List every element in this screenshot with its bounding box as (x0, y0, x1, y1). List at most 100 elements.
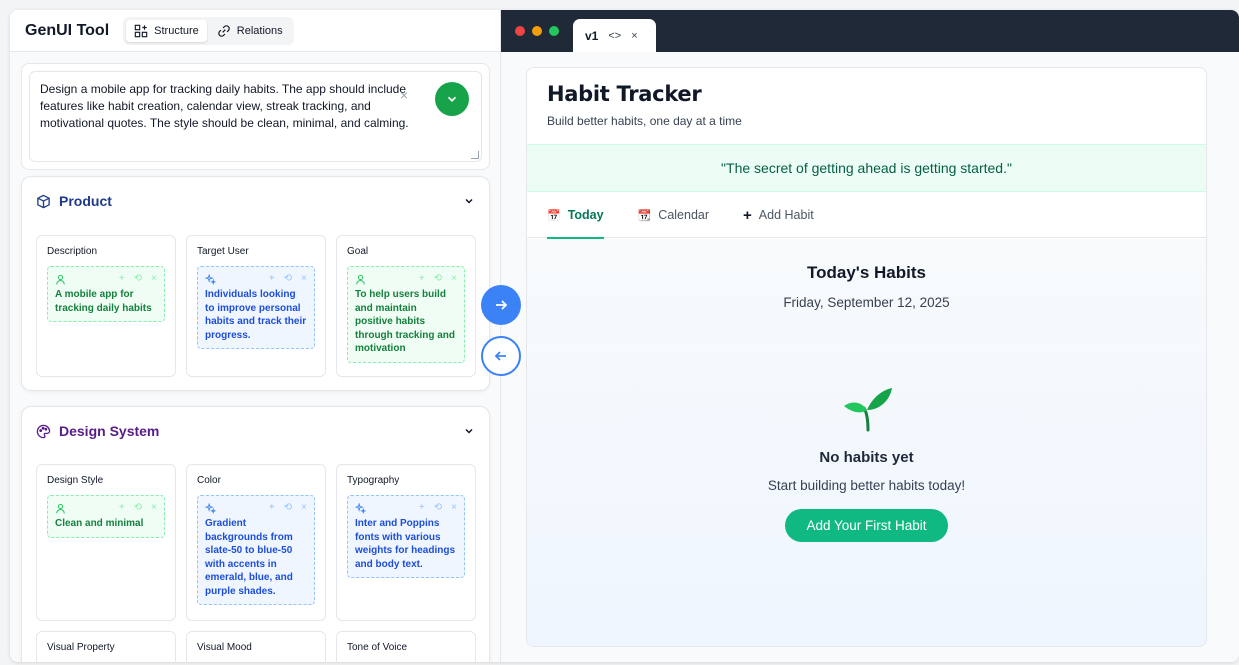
close-icon[interactable]: × (301, 272, 307, 286)
minimize-window-dot[interactable] (532, 26, 542, 36)
close-icon[interactable]: × (631, 30, 637, 42)
add-icon[interactable]: + (419, 501, 425, 515)
design-style-chip[interactable]: + ⟲ × Clean and minimal (47, 495, 165, 538)
maximize-window-dot[interactable] (549, 26, 559, 36)
color-chip[interactable]: + ⟲ × Gradient backgrounds from slate-50 t… (197, 495, 315, 605)
add-first-habit-button[interactable]: Add Your First Habit (785, 509, 948, 542)
tab-label: Calendar (658, 208, 710, 222)
card-label: Goal (347, 246, 369, 257)
tab-calendar[interactable]: 📆 Calendar (638, 192, 709, 238)
plus-icon: + (743, 206, 752, 224)
design-system-cards: Design Style + ⟲ × Clean and minimal Color (36, 464, 476, 621)
chip-value: Clean and minimal (55, 518, 144, 529)
design-system-section: Design System Design Style + ⟲ × Clean and… (21, 406, 490, 662)
left-panel: GenUI Tool Structure Relations Design a … (10, 10, 501, 662)
regenerate-icon[interactable]: ⟲ (434, 501, 442, 515)
close-icon[interactable]: × (451, 501, 457, 515)
palette-icon (36, 424, 51, 438)
close-icon[interactable]: × (151, 272, 157, 286)
design-system-more-cards: Visual Property Visual Mood Tone of Voic… (36, 631, 476, 662)
add-icon[interactable]: + (119, 501, 125, 515)
design-system-section-title: Design System (59, 423, 160, 439)
tab-label: Today (567, 208, 604, 222)
relations-view-button[interactable]: Relations (209, 20, 291, 42)
tab-today[interactable]: 📅 Today (547, 192, 604, 239)
chevron-down-icon (447, 96, 457, 102)
design-system-section-header[interactable]: Design System (22, 407, 489, 455)
regenerate-icon[interactable]: ⟲ (134, 272, 142, 286)
description-chip[interactable]: + ⟲ × A mobile app for tracking daily habi… (47, 266, 165, 322)
typography-chip[interactable]: + ⟲ × Inter and Poppins fonts with various… (347, 495, 465, 578)
chevron-down-icon[interactable] (463, 195, 475, 207)
today-content: Today's Habits Friday, September 12, 202… (527, 239, 1206, 646)
clear-icon[interactable]: × (400, 88, 412, 102)
tab-add-habit[interactable]: + Add Habit (743, 192, 814, 238)
user-icon (356, 274, 365, 284)
motivational-quote: "The secret of getting ahead is getting … (527, 144, 1206, 192)
design-style-card: Design Style + ⟲ × Clean and minimal (36, 464, 176, 621)
empty-state-title: No habits yet (819, 449, 914, 466)
user-icon (56, 503, 65, 513)
submit-prompt-button[interactable] (435, 82, 469, 116)
chip-value: A mobile app for tracking daily habits (55, 289, 152, 314)
goal-chip[interactable]: + ⟲ × To help users build and maintain pos… (347, 266, 465, 363)
app-window: GenUI Tool Structure Relations Design a … (10, 10, 1239, 662)
app-header: Habit Tracker Build better habits, one d… (527, 68, 1206, 144)
push-right-button[interactable] (481, 285, 521, 325)
preview-panel: v1 <> × Habit Tracker Build better habit… (501, 10, 1239, 662)
structure-icon (134, 24, 148, 37)
typography-card: Typography + ⟲ × Inter and Poppins fonts w… (336, 464, 476, 621)
close-window-dot[interactable] (515, 26, 525, 36)
regenerate-icon[interactable]: ⟲ (434, 272, 442, 286)
preview-tab-bar: v1 <> × (501, 10, 1239, 52)
arrow-left-icon (494, 351, 506, 361)
visual-property-card: Visual Property (36, 631, 176, 662)
user-icon (56, 274, 65, 284)
prompt-text: Design a mobile app for tracking daily h… (40, 82, 409, 130)
calendar-icon: 📅 (547, 209, 561, 222)
code-icon[interactable]: <> (608, 30, 621, 42)
close-icon[interactable]: × (301, 501, 307, 515)
close-icon[interactable]: × (451, 272, 457, 286)
target-user-chip[interactable]: + ⟲ × Individuals looking to improve perso… (197, 266, 315, 349)
sparkle-icon (205, 502, 216, 514)
current-date: Friday, September 12, 2025 (783, 295, 950, 310)
target-user-card: Target User + ⟲ × Individuals looking to i… (186, 235, 326, 377)
add-icon[interactable]: + (119, 272, 125, 286)
app-tabs: 📅 Today 📆 Calendar + Add Habit (527, 192, 1206, 239)
product-section-header[interactable]: Product (22, 177, 489, 225)
resize-handle[interactable] (471, 151, 479, 159)
visual-mood-card: Visual Mood (186, 631, 326, 662)
structure-view-button[interactable]: Structure (126, 19, 207, 42)
window-controls (515, 26, 559, 36)
card-label: Typography (347, 475, 400, 486)
tab-label: Add Habit (758, 208, 814, 222)
relations-view-label: Relations (236, 24, 283, 37)
regenerate-icon[interactable]: ⟲ (284, 501, 292, 515)
pull-left-button[interactable] (481, 336, 521, 376)
arrow-right-icon (496, 300, 508, 310)
prompt-textarea[interactable]: Design a mobile app for tracking daily h… (29, 71, 482, 162)
add-icon[interactable]: + (269, 272, 275, 286)
add-icon[interactable]: + (419, 272, 425, 286)
link-icon (217, 24, 230, 37)
chevron-down-icon[interactable] (463, 425, 475, 437)
chip-value: Individuals looking to improve personal … (205, 289, 307, 341)
page-title: Habit Tracker (547, 82, 702, 106)
color-card: Color + ⟲ × Gradient backgrounds from slat… (186, 464, 326, 621)
regenerate-icon[interactable]: ⟲ (284, 272, 292, 286)
brand-title: GenUI Tool (25, 21, 110, 39)
page-subtitle: Build better habits, one day at a time (547, 114, 742, 128)
card-label: Target User (197, 246, 249, 257)
add-icon[interactable]: + (269, 501, 275, 515)
product-cards: Description + ⟲ × A mobile app for trackin… (36, 235, 476, 377)
card-label: Color (197, 475, 221, 486)
card-label: Visual Mood (197, 642, 252, 653)
version-label: v1 (585, 28, 599, 43)
chip-value: Gradient backgrounds from slate-50 to bl… (205, 518, 293, 597)
regenerate-icon[interactable]: ⟲ (134, 501, 142, 515)
sparkle-icon (355, 502, 366, 514)
close-icon[interactable]: × (151, 501, 157, 515)
preview-tab[interactable]: v1 <> × (573, 19, 656, 52)
box-icon (37, 194, 50, 208)
